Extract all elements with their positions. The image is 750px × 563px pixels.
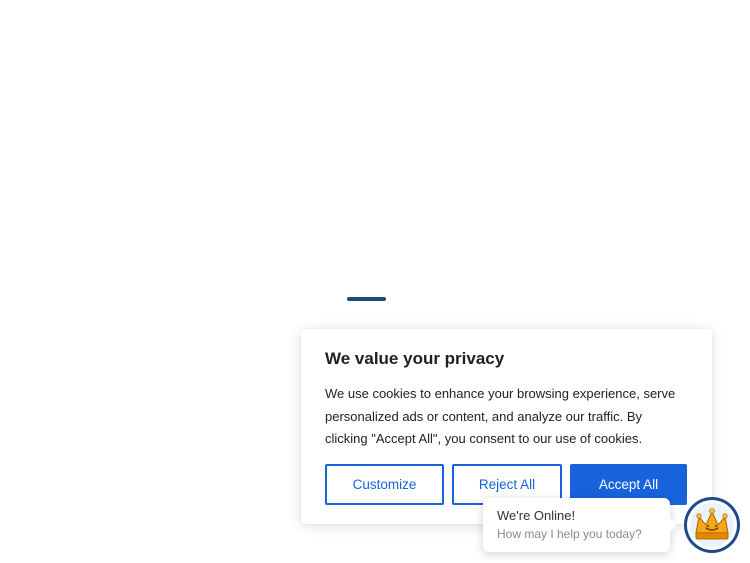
chat-greeting-subtitle: How may I help you today? (497, 527, 642, 541)
loading-indicator (347, 297, 386, 301)
chat-greeting-bubble[interactable]: We're Online! How may I help you today? (483, 498, 677, 552)
cookie-banner-title: We value your privacy (325, 349, 505, 368)
cookie-consent-banner: We value your privacy We use cookies to … (301, 329, 712, 524)
crown-icon (687, 500, 737, 550)
chat-launcher-button[interactable] (684, 497, 740, 553)
chat-greeting-title: We're Online! (497, 508, 576, 523)
customize-button[interactable]: Customize (325, 464, 444, 505)
page: We value your privacy We use cookies to … (0, 0, 750, 563)
cookie-banner-text: We use cookies to enhance your browsing … (325, 386, 676, 446)
